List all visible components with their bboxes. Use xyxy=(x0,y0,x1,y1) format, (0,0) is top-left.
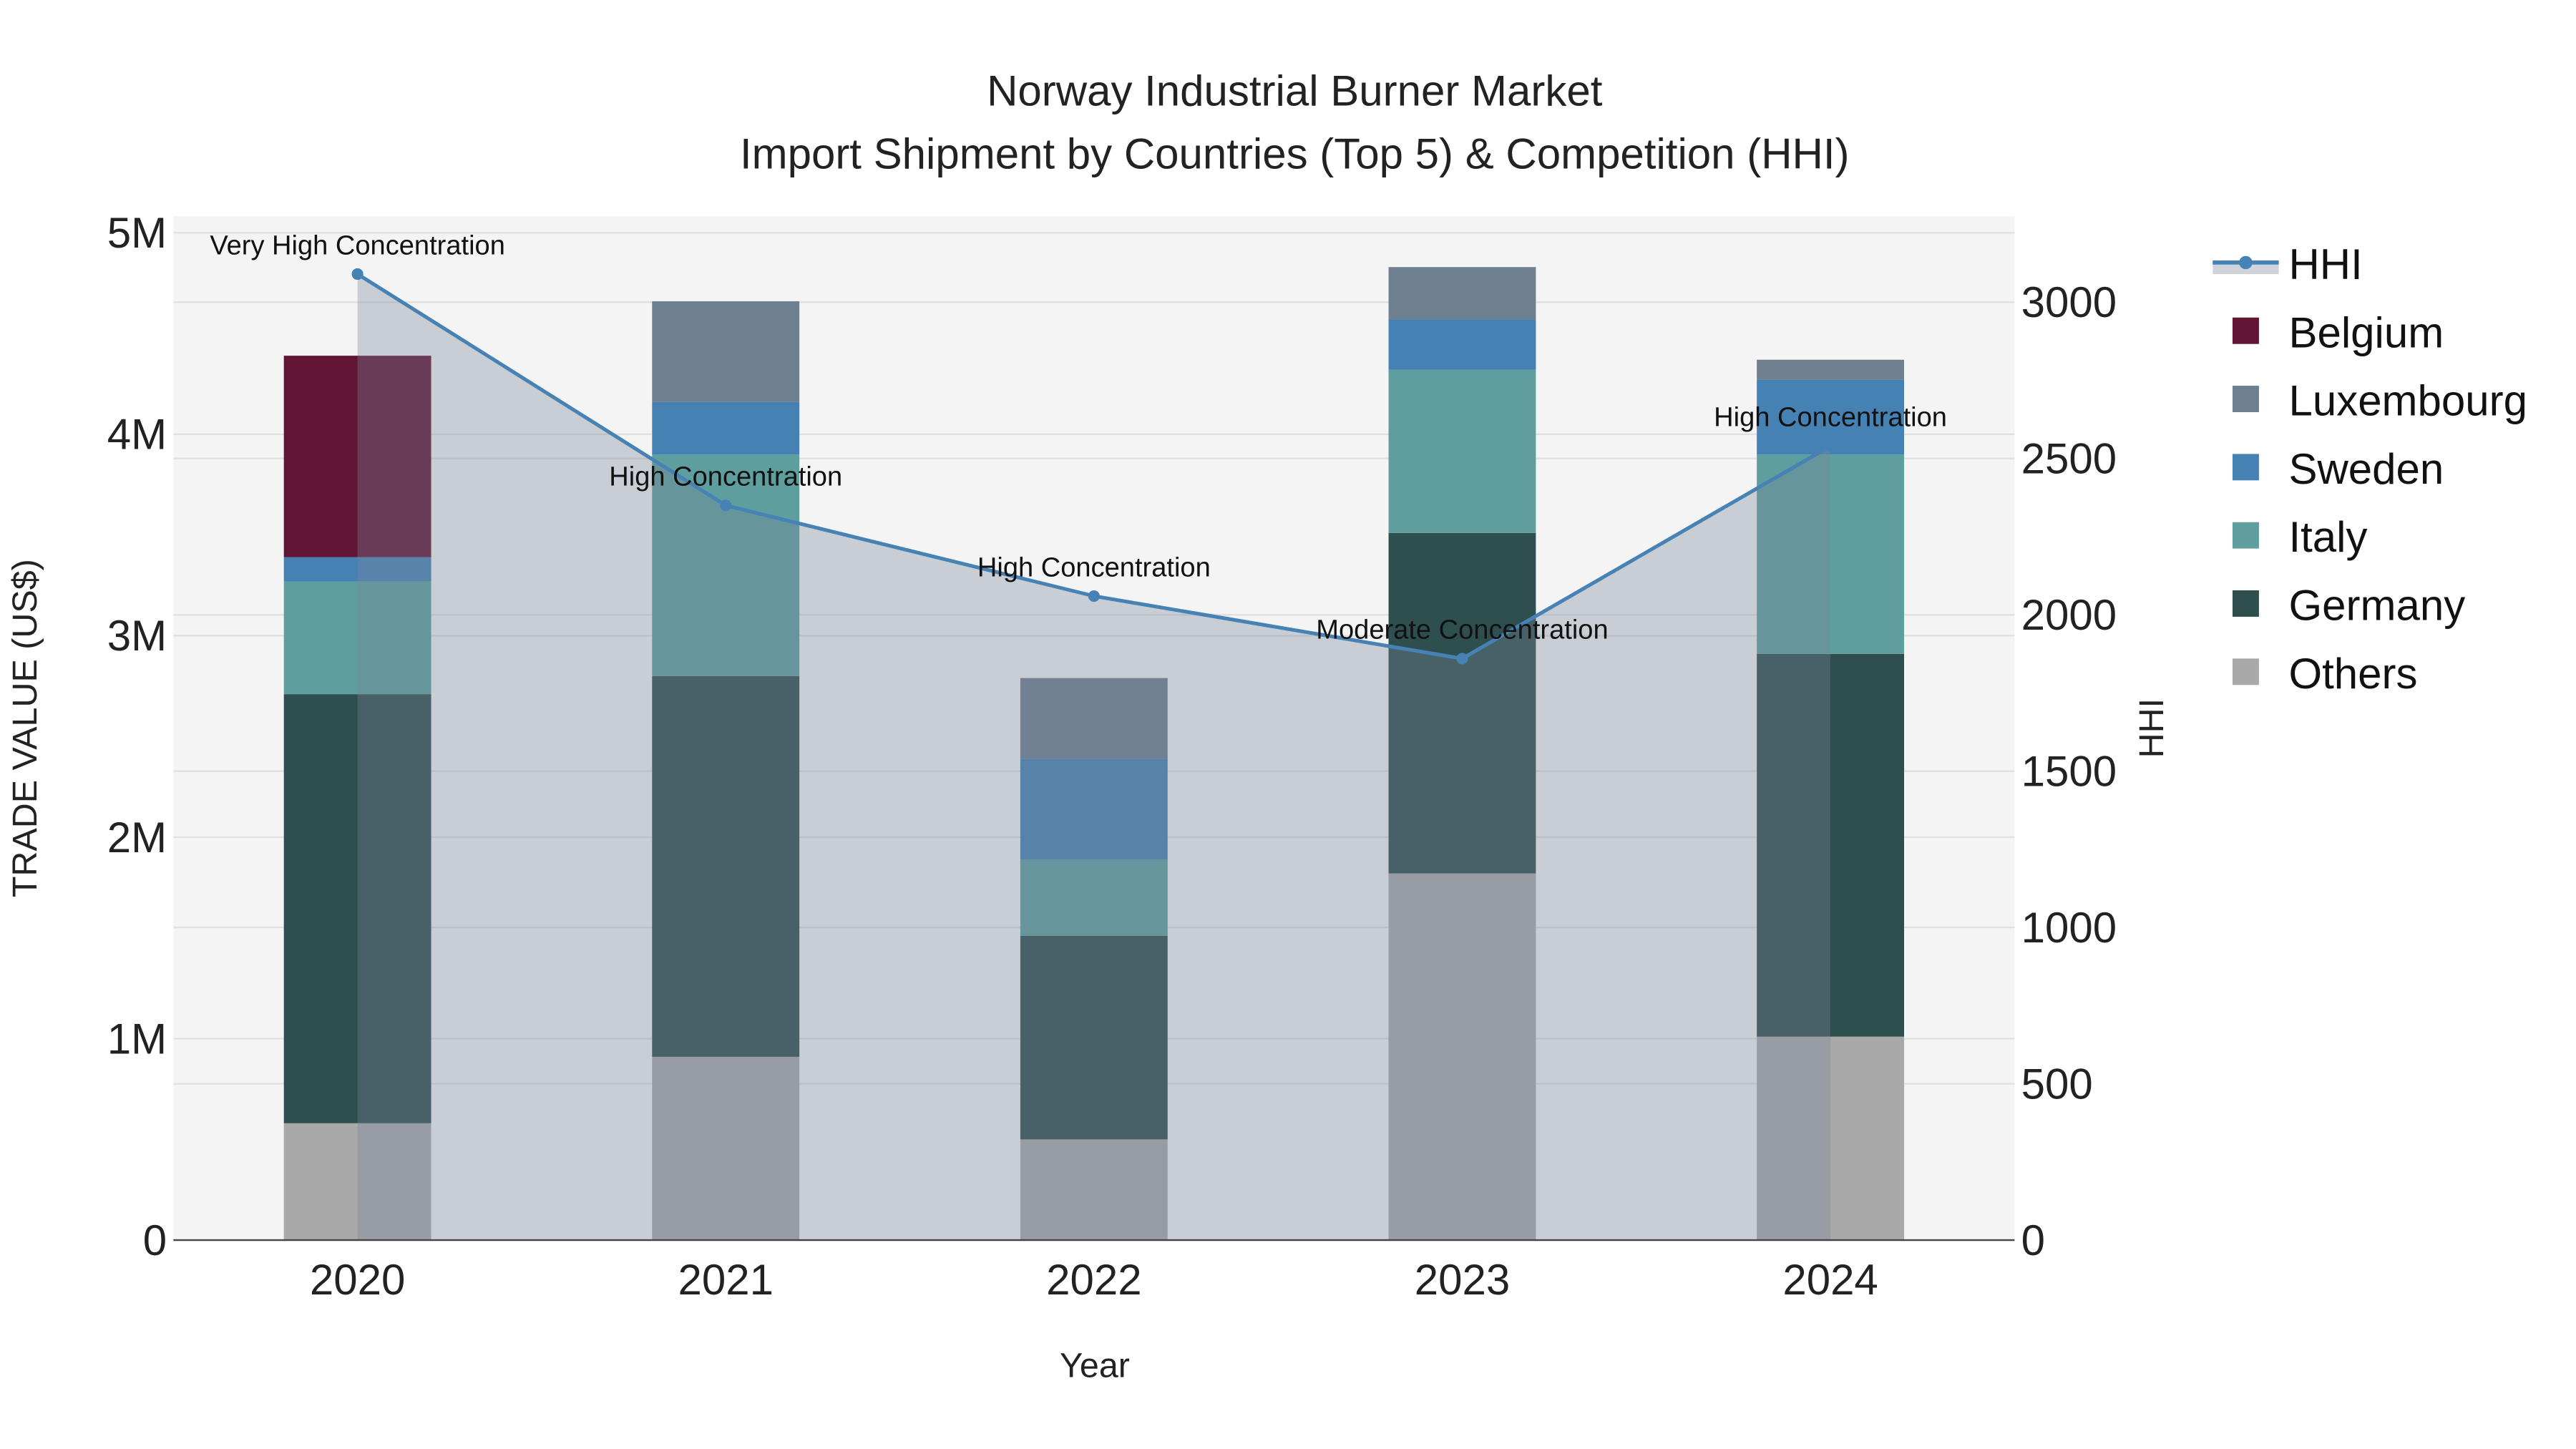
legend: HHI Belgium Luxembourg Sweden Italy Germany Ot… xyxy=(2212,240,2527,698)
x-tick-label: 2024 xyxy=(1782,1256,1878,1304)
x-tick-label: 2022 xyxy=(1046,1256,1141,1304)
y2-axis-label: HHI xyxy=(2132,698,2171,758)
y-tick-label: 0 xyxy=(143,1216,167,1264)
legend-swatch-italy xyxy=(2233,522,2259,549)
chart-title: Norway Industrial Burner Market xyxy=(987,67,1603,115)
legend-swatch-sweden xyxy=(2233,454,2259,481)
legend-label: Sweden xyxy=(2288,445,2444,493)
hhi-point-2022 xyxy=(1088,590,1100,602)
y-tick-label: 1M xyxy=(107,1015,167,1063)
hhi-point-2023 xyxy=(1456,653,1468,665)
legend-label: Italy xyxy=(2288,513,2367,561)
bar-sweden-2023 xyxy=(1388,319,1536,370)
x-tick-label: 2021 xyxy=(678,1256,773,1304)
y2-tick-label: 2000 xyxy=(2021,591,2117,639)
legend-label: Luxembourg xyxy=(2288,377,2527,425)
legend-label: Belgium xyxy=(2288,308,2444,356)
hhi-annotation: High Concentration xyxy=(609,462,842,492)
y-tick-label: 5M xyxy=(107,209,167,257)
bar-italy-2023 xyxy=(1388,369,1536,533)
y-tick-label: 3M xyxy=(107,612,167,660)
hhi-annotation: High Concentration xyxy=(977,552,1211,582)
hhi-annotation: High Concentration xyxy=(1714,403,1947,433)
y2-tick-label: 0 xyxy=(2021,1216,2045,1264)
legend-swatch-luxembourg xyxy=(2233,386,2259,412)
y2-tick-label: 2500 xyxy=(2021,435,2117,483)
y2-tick-label: 3000 xyxy=(2021,278,2117,326)
legend-swatch-others xyxy=(2233,658,2259,686)
legend-label: Germany xyxy=(2288,582,2465,630)
bar-luxembourg-2021 xyxy=(652,301,800,402)
bar-sweden-2021 xyxy=(652,401,800,455)
y2-tick-label: 500 xyxy=(2021,1060,2093,1108)
hhi-point-2020 xyxy=(351,268,364,280)
y2-tick-label: 1500 xyxy=(2021,747,2117,795)
x-axis-label: Year xyxy=(1060,1347,1130,1385)
legend-swatch-belgium xyxy=(2233,317,2259,344)
hhi-annotation: Very High Concentration xyxy=(210,230,505,260)
y-axis-label: TRADE VALUE (US$) xyxy=(6,559,44,897)
y2-tick-label: 1000 xyxy=(2021,904,2117,952)
y-tick-label: 2M xyxy=(107,814,167,862)
legend-label: HHI xyxy=(2288,240,2362,288)
hhi-point-2021 xyxy=(720,499,732,512)
hhi-annotation: Moderate Concentration xyxy=(1316,615,1608,645)
y-tick-label: 4M xyxy=(107,411,167,459)
bar-luxembourg-2024 xyxy=(1757,359,1904,380)
x-tick-label: 2023 xyxy=(1415,1256,1510,1304)
chart-subtitle: Import Shipment by Countries (Top 5) & C… xyxy=(740,130,1850,177)
legend-swatch-germany xyxy=(2233,590,2259,617)
bar-luxembourg-2023 xyxy=(1388,267,1536,320)
legend-hhi-marker xyxy=(2239,255,2253,270)
chart: Very High Concentration High Concentratio… xyxy=(6,67,2527,1385)
legend-label: Others xyxy=(2288,650,2417,698)
hhi-point-2024 xyxy=(1825,440,1837,452)
x-tick-label: 2020 xyxy=(310,1256,405,1304)
